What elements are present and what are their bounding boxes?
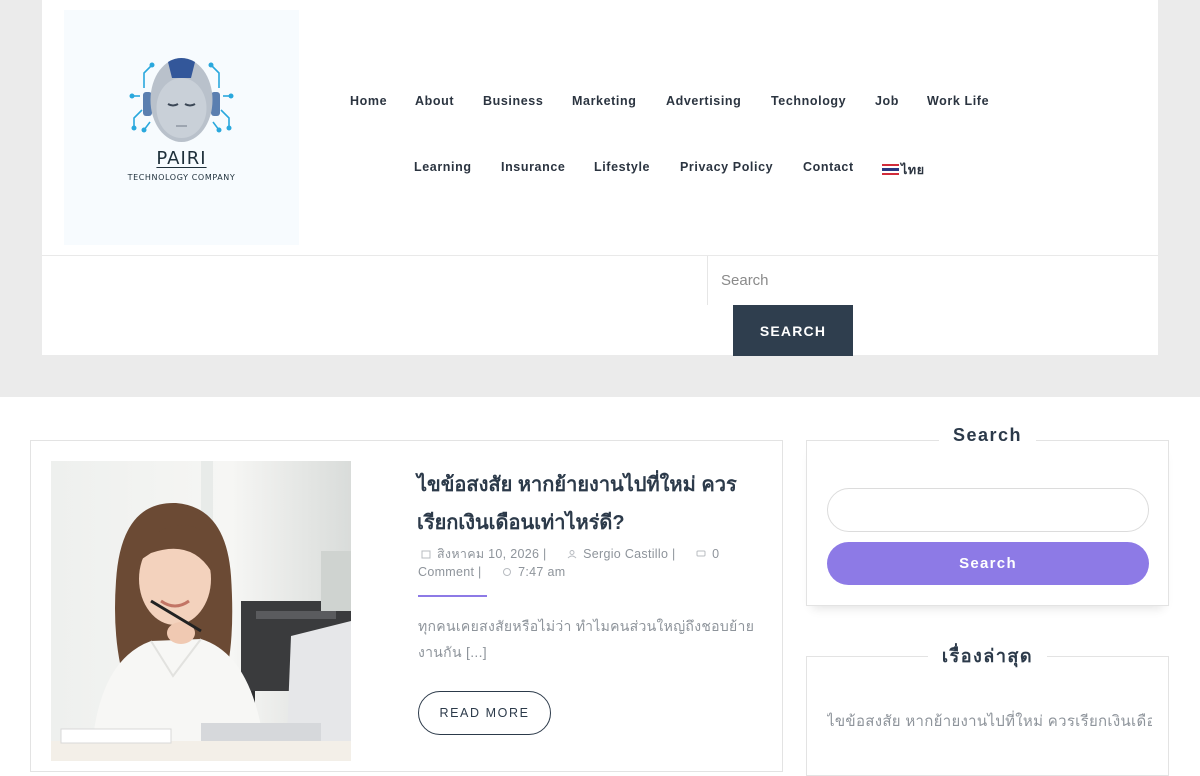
nav-marketing[interactable]: Marketing — [572, 94, 636, 108]
calendar-icon — [421, 550, 431, 559]
post-author[interactable]: Sergio Castillo — [583, 547, 668, 561]
robot-logo-icon — [129, 58, 234, 142]
sidebar-search-input[interactable] — [827, 488, 1149, 532]
clock-icon — [503, 568, 512, 576]
post-meta: สิงหาคม 10, 2026 | Sergio Castillo | 0 C… — [418, 547, 720, 579]
comment-icon — [696, 550, 706, 557]
recent-posts-widget: เรื่องล่าสุด ไขข้อสงสัย หากย้ายงานไปที่ใ… — [806, 646, 1169, 776]
logo-tagline: TECHNOLOGY COMPANY — [127, 173, 236, 182]
nav-contact[interactable]: Contact — [803, 160, 854, 174]
post-date[interactable]: สิงหาคม 10, 2026 — [437, 547, 539, 561]
nav-work-life[interactable]: Work Life — [927, 94, 989, 108]
sidebar-search-button[interactable]: Search — [827, 542, 1149, 585]
site-logo[interactable]: PAIRI TECHNOLOGY COMPANY — [64, 10, 299, 245]
nav-advertising[interactable]: Advertising — [666, 94, 741, 108]
user-icon — [567, 550, 577, 559]
post-title-link[interactable]: ไขข้อสงสัย หากย้ายงานไปที่ใหม่ ควรเรียกเ… — [417, 466, 767, 542]
language-label: ไทย — [901, 163, 925, 177]
recent-post-link[interactable]: ไขข้อสงสัย หากย้ายงานไปที่ใหม่ ควรเรียกเ… — [827, 709, 1152, 733]
nav-home[interactable]: Home — [350, 94, 387, 108]
search-divider — [707, 256, 708, 305]
nav-business[interactable]: Business — [483, 94, 543, 108]
nav-insurance[interactable]: Insurance — [501, 160, 565, 174]
nav-about[interactable]: About — [415, 94, 454, 108]
header-search-button[interactable]: SEARCH — [733, 305, 853, 356]
title-accent-line — [418, 595, 487, 597]
sidebar-search-widget: Search Search — [806, 425, 1169, 606]
post-excerpt: ทุกคนเคยสงสัยหรือไม่ว่า ทำไมคนส่วนใหญ่ถึ… — [418, 618, 755, 660]
thai-flag-icon — [882, 164, 899, 175]
post-thumbnail[interactable] — [51, 461, 351, 761]
read-more-button[interactable]: READ MORE — [418, 691, 551, 735]
nav-lifestyle[interactable]: Lifestyle — [594, 160, 650, 174]
nav-privacy-policy[interactable]: Privacy Policy — [680, 160, 773, 174]
logo-wordmark: PAIRI — [156, 148, 207, 169]
nav-learning[interactable]: Learning — [414, 160, 472, 174]
nav-job[interactable]: Job — [875, 94, 899, 108]
nav-language-thai[interactable]: ไทย — [882, 160, 925, 180]
widget-title-search: Search — [807, 425, 1168, 446]
nav-technology[interactable]: Technology — [771, 94, 846, 108]
header-divider — [42, 255, 1158, 256]
woman-laptop-photo — [51, 461, 351, 761]
header-search-input[interactable] — [709, 259, 1149, 301]
widget-title-recent: เรื่องล่าสุด — [807, 641, 1168, 670]
post-time: 7:47 am — [518, 565, 566, 579]
